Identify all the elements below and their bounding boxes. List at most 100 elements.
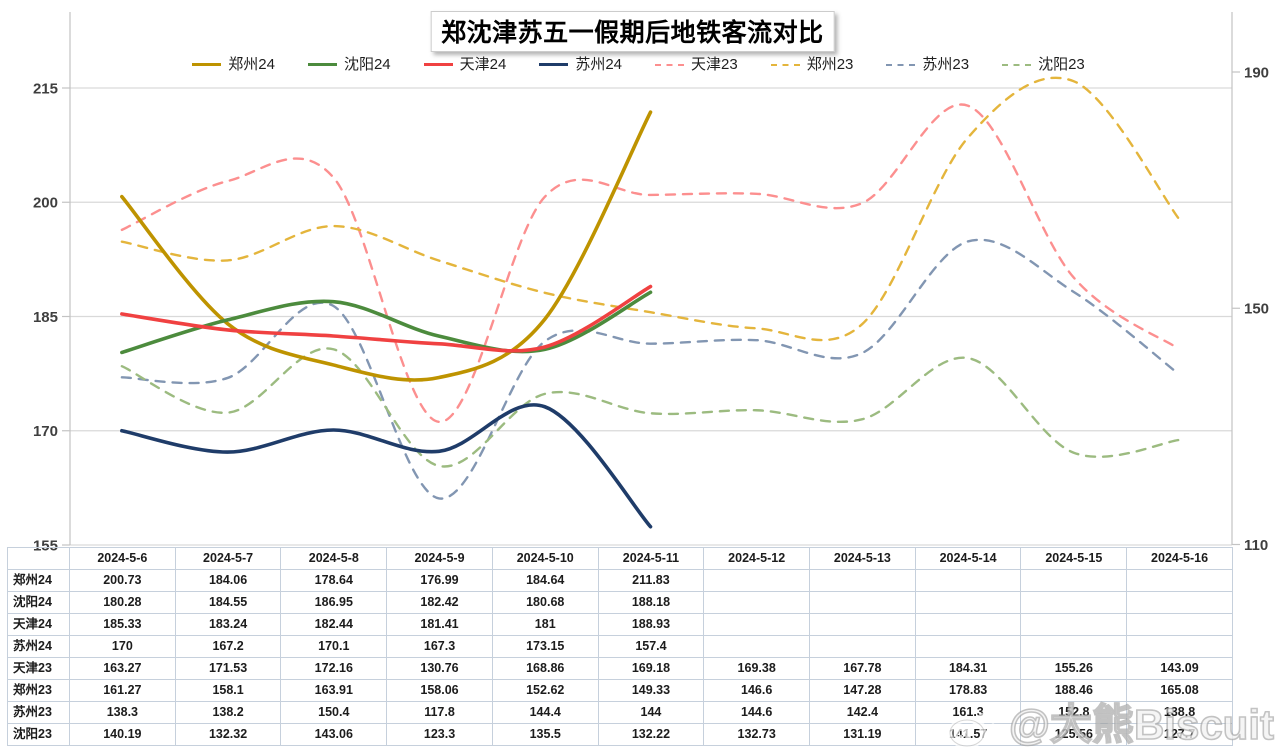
left-axis-tick-label: 215	[33, 80, 58, 97]
table-cell	[1127, 636, 1233, 658]
legend-label: 沈阳23	[1038, 57, 1085, 72]
row-label: 天津24	[8, 614, 70, 636]
date-header-cell: 2024-5-8	[281, 548, 387, 570]
date-header-cell: 2024-5-7	[175, 548, 281, 570]
table-cell: 163.27	[70, 658, 176, 680]
series-line-shenyang24	[122, 292, 651, 352]
legend-swatch-suzhou24	[539, 63, 568, 66]
row-label: 苏州23	[8, 702, 70, 724]
legend-label: 沈阳24	[344, 57, 391, 72]
table-cell: 180.28	[70, 592, 176, 614]
row-label: 天津23	[8, 658, 70, 680]
table-corner-cell	[8, 548, 70, 570]
date-header-cell: 2024-5-15	[1021, 548, 1127, 570]
chart-title: 郑沈津苏五一假期后地铁客流对比	[430, 11, 835, 52]
legend-item-suzhou23: 苏州23	[886, 57, 969, 72]
table-cell	[915, 614, 1021, 636]
table-cell: 161.27	[70, 680, 176, 702]
table-cell: 169.18	[598, 658, 704, 680]
table-cell: 144	[598, 702, 704, 724]
legend-swatch-zhengzhou24	[192, 63, 221, 66]
table-cell: 161.3	[915, 702, 1021, 724]
table-cell	[915, 592, 1021, 614]
legend-label: 苏州24	[575, 57, 622, 72]
table-cell: 186.95	[281, 592, 387, 614]
date-header-cell: 2024-5-9	[387, 548, 493, 570]
table-row: 郑州23161.27158.1163.91158.06152.62149.331…	[8, 680, 1233, 702]
legend-swatch-shenyang23	[1002, 64, 1031, 66]
table-cell: 140.19	[70, 724, 176, 746]
left-axis-tick-label: 200	[33, 195, 58, 212]
table-cell	[1021, 592, 1127, 614]
legend-item-tianjin23: 天津23	[655, 57, 738, 72]
date-header-cell: 2024-5-6	[70, 548, 176, 570]
legend-swatch-shenyang24	[308, 63, 337, 66]
table-cell	[915, 636, 1021, 658]
date-header-cell: 2024-5-12	[704, 548, 810, 570]
legend-swatch-suzhou23	[886, 64, 915, 66]
series-line-suzhou24	[122, 405, 651, 527]
table-cell: 184.55	[175, 592, 281, 614]
date-header-cell: 2024-5-11	[598, 548, 704, 570]
table-cell: 165.08	[1127, 680, 1233, 702]
right-axis-tick-label: 150	[1244, 301, 1269, 318]
table-cell: 182.44	[281, 614, 387, 636]
table-cell	[1127, 614, 1233, 636]
date-header-cell: 2024-5-14	[915, 548, 1021, 570]
table-cell	[810, 570, 916, 592]
table-header-row: 2024-5-62024-5-72024-5-82024-5-92024-5-1…	[8, 548, 1233, 570]
table-cell: 132.32	[175, 724, 281, 746]
row-label: 郑州23	[8, 680, 70, 702]
table-cell: 138.2	[175, 702, 281, 724]
table-row: 郑州24200.73184.06178.64176.99184.64211.83	[8, 570, 1233, 592]
left-axis-tick-label: 170	[33, 423, 58, 440]
table-cell: 132.73	[704, 724, 810, 746]
table-cell	[1021, 636, 1127, 658]
table-cell: 158.1	[175, 680, 281, 702]
table-cell: 143.09	[1127, 658, 1233, 680]
table-row: 苏州23138.3138.2150.4117.8144.4144144.6142…	[8, 702, 1233, 724]
legend-swatch-tianjin24	[424, 63, 453, 66]
table-cell: 157.4	[598, 636, 704, 658]
table-cell	[810, 636, 916, 658]
row-label: 苏州24	[8, 636, 70, 658]
legend-label: 郑州24	[228, 57, 275, 72]
legend-item-zhengzhou24: 郑州24	[192, 57, 275, 72]
table-cell: 130.76	[387, 658, 493, 680]
table-cell: 138.8	[1127, 702, 1233, 724]
table-cell	[704, 614, 810, 636]
table-cell: 149.33	[598, 680, 704, 702]
table-cell: 144.4	[492, 702, 598, 724]
legend-swatch-tianjin23	[655, 64, 684, 66]
table-cell: 123.3	[387, 724, 493, 746]
table-cell: 178.64	[281, 570, 387, 592]
table-cell: 167.78	[810, 658, 916, 680]
legend-label: 郑州23	[807, 57, 854, 72]
table-cell: 125.56	[1021, 724, 1127, 746]
chart-legend: 郑州24沈阳24天津24苏州24天津23郑州23苏州23沈阳23	[0, 57, 1277, 72]
table-cell: 169.38	[704, 658, 810, 680]
left-axis-tick-label: 185	[33, 309, 58, 326]
table-cell	[1021, 614, 1127, 636]
legend-item-suzhou24: 苏州24	[539, 57, 622, 72]
right-axis-tick-label: 110	[1244, 537, 1268, 554]
legend-label: 天津23	[691, 57, 738, 72]
table-cell: 200.73	[70, 570, 176, 592]
table-row: 天津23163.27171.53172.16130.76168.86169.18…	[8, 658, 1233, 680]
table-cell	[704, 636, 810, 658]
table-cell: 152.8	[1021, 702, 1127, 724]
table-row: 沈阳23140.19132.32143.06123.3135.5132.2213…	[8, 724, 1233, 746]
table-cell: 172.16	[281, 658, 387, 680]
table-cell: 132.22	[598, 724, 704, 746]
table-cell: 181	[492, 614, 598, 636]
table-cell: 170	[70, 636, 176, 658]
table-row: 苏州24170167.2170.1167.3173.15157.4	[8, 636, 1233, 658]
date-header-cell: 2024-5-16	[1127, 548, 1233, 570]
series-line-tianjin23	[122, 105, 1179, 422]
table-cell: 144.6	[704, 702, 810, 724]
table-cell: 183.24	[175, 614, 281, 636]
date-header-cell: 2024-5-10	[492, 548, 598, 570]
table-cell: 188.93	[598, 614, 704, 636]
table-cell: 146.6	[704, 680, 810, 702]
table-cell: 168.86	[492, 658, 598, 680]
